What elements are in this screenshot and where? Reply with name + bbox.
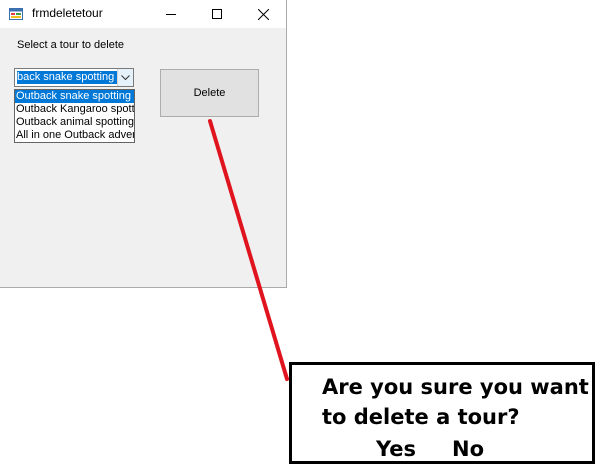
screenshot-canvas: frmdeletetour Select a tour to delete ba… [0,0,599,468]
select-tour-label: Select a tour to delete [17,39,125,51]
chevron-down-icon [121,74,130,80]
confirmation-mockup: Are you sure you want to delete a tour? … [289,362,595,464]
title-bar[interactable]: frmdeletetour [0,0,286,28]
minimize-button[interactable] [148,0,194,28]
yes-option[interactable]: Yes [376,437,416,461]
tour-dropdown-list: Outback snake spotting Outback Kangaroo … [14,89,135,143]
close-button[interactable] [240,0,286,28]
maximize-button[interactable] [194,0,240,28]
dropdown-item[interactable]: All in one Outback adventure [15,129,134,142]
combobox-selected-text: back snake spotting [17,71,117,84]
dropdown-item[interactable]: Outback snake spotting [15,90,134,103]
delete-button[interactable]: Delete [160,69,259,117]
close-icon [257,8,269,20]
minimize-icon [166,14,176,15]
tour-combobox[interactable]: back snake spotting [14,68,134,87]
dropdown-item[interactable]: Outback animal spotting [15,116,134,129]
combobox-dropdown-button[interactable] [117,69,133,86]
confirmation-message: Are you sure you want to delete a tour? [322,375,589,429]
maximize-icon [212,9,222,19]
dropdown-item[interactable]: Outback Kangaroo spotting [15,103,134,116]
app-form-icon [9,8,23,20]
delete-tour-window: frmdeletetour Select a tour to delete ba… [0,0,287,288]
no-option[interactable]: No [452,437,484,461]
window-title: frmdeletetour [32,6,103,20]
